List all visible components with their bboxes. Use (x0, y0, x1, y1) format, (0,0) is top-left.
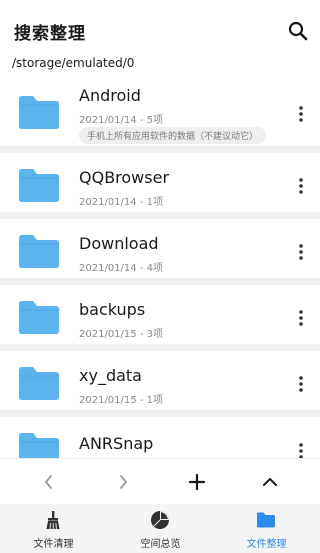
bottom-navigation: 文件清理 空间总览 文件整理 (0, 504, 320, 553)
folder-meta: 2021/01/15 - 3项 (79, 329, 163, 340)
more-options-button[interactable] (296, 376, 306, 392)
nav-file-organize[interactable]: 文件整理 (213, 504, 320, 553)
more-vertical-icon (299, 443, 303, 458)
folder-name: xy_data (79, 366, 142, 385)
more-options-button[interactable] (296, 106, 306, 122)
folder-row-backups[interactable]: backups 2021/01/15 - 3项 (0, 285, 320, 351)
current-path: /storage/emulated/0 (12, 56, 135, 70)
more-options-button[interactable] (296, 178, 306, 194)
folder-row-xy-data[interactable]: xy_data 2021/01/15 - 1项 (0, 351, 320, 417)
folder-icon (19, 433, 59, 458)
more-vertical-icon (299, 376, 303, 392)
plus-icon (188, 473, 206, 491)
folder-row-android[interactable]: Android 2021/01/14 - 5项 手机上所有应用软件的数据（不建议… (0, 74, 320, 153)
page-title: 搜索整理 (14, 24, 86, 44)
nav-label: 文件清理 (33, 539, 74, 550)
search-icon (288, 21, 308, 41)
nav-label: 空间总览 (140, 539, 181, 550)
more-options-button[interactable] (296, 443, 306, 458)
folder-list: Android 2021/01/14 - 5项 手机上所有应用软件的数据（不建议… (0, 74, 320, 458)
chevron-up-icon (263, 478, 277, 486)
folder-icon (257, 512, 275, 528)
folder-meta: 2021/01/14 - 5项 (79, 115, 163, 126)
folder-row-anrsnap[interactable]: ANRSnap (0, 417, 320, 458)
folder-note-badge: 手机上所有应用软件的数据（不建议动它） (79, 127, 267, 144)
nav-file-cleanup[interactable]: 文件清理 (0, 504, 107, 553)
search-button[interactable] (287, 20, 309, 42)
more-vertical-icon (299, 310, 303, 326)
chevron-left-icon (45, 475, 52, 489)
folder-meta: 2021/01/15 - 1项 (79, 395, 163, 406)
folder-name: ANRSnap (79, 434, 154, 453)
folder-icon (19, 367, 59, 400)
folder-row-download[interactable]: Download 2021/01/14 - 4项 (0, 219, 320, 285)
folder-row-qqbrowser[interactable]: QQBrowser 2021/01/14 - 1项 (0, 153, 320, 219)
folder-meta: 2021/01/14 - 4项 (79, 263, 163, 274)
more-vertical-icon (299, 244, 303, 260)
action-toolbar (0, 458, 320, 504)
folder-name: Android (79, 86, 141, 105)
more-options-button[interactable] (296, 244, 306, 260)
folder-icon (19, 169, 59, 202)
folder-name: Download (79, 234, 159, 253)
folder-icon (19, 96, 59, 129)
nav-label: 文件整理 (246, 539, 287, 550)
folder-meta: 2021/01/14 - 1项 (79, 197, 163, 208)
folder-name: backups (79, 300, 146, 319)
folder-icon (19, 301, 59, 334)
folder-name: QQBrowser (79, 168, 170, 187)
back-button[interactable] (38, 471, 60, 493)
scroll-up-button[interactable] (259, 471, 281, 493)
forward-button[interactable] (112, 471, 134, 493)
folder-icon (19, 235, 59, 268)
pie-chart-icon (151, 511, 169, 529)
add-button[interactable] (186, 471, 208, 493)
nav-space-overview[interactable]: 空间总览 (107, 504, 214, 553)
more-vertical-icon (299, 106, 303, 122)
chevron-right-icon (120, 475, 127, 489)
broom-icon (46, 511, 60, 530)
more-options-button[interactable] (296, 310, 306, 326)
app-header: 搜索整理 (0, 0, 320, 56)
more-vertical-icon (299, 178, 303, 194)
